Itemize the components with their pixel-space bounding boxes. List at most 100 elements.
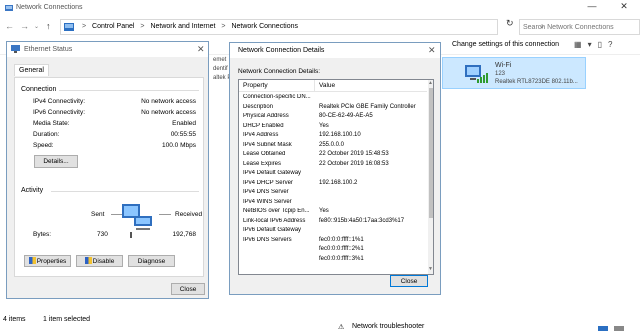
window-titlebar: Network Connections — ✕ [0,0,640,17]
column-header-property[interactable]: Property [243,82,268,89]
speed-label: Speed: [33,142,54,149]
value-cell: Yes [319,122,329,129]
bytes-label: Bytes: [33,231,52,238]
property-cell: Link-local IPv6 Address [243,217,306,224]
property-cell: DHCP Enabled [243,122,284,129]
list-item[interactable]: Lease Obtained 22 October 2019 15:48:53 [239,151,427,160]
list-item[interactable]: Physical Address 80-CE-62-49-AE-A5 [239,113,427,122]
speed-value: 100.0 Mbps [162,142,196,149]
list-item[interactable]: Connection-specific DN... [239,94,427,103]
wifi-connection-item[interactable]: Wi-Fi 123 Realtek RTL8723DE 802.11b... [442,57,586,89]
forward-icon[interactable]: → [20,21,29,31]
wifi-adapter-name: Realtek RTL8723DE 802.11b... [495,79,578,85]
list-item[interactable]: IPv4 Default Gateway [239,170,427,179]
value-cell: 22 October 2019 15:48:53 [319,151,389,157]
change-settings-command[interactable]: Change settings of this connection [452,41,559,48]
search-box[interactable] [519,19,640,35]
dialog-titlebar: Ethernet Status ✕ [7,42,208,57]
list-item[interactable]: IPv4 Subnet Mask 255.0.0.0 [239,142,427,151]
close-button[interactable]: Close [171,283,205,295]
network-troubleshooter-link[interactable]: Network troubleshooter [352,323,424,330]
dialog-title: Network Connection Details [238,47,325,54]
divider [59,90,199,91]
list-header: Property Value [239,80,427,92]
vertical-scrollbar[interactable]: ▲ ▼ [428,80,433,274]
wifi-name: Wi-Fi [495,62,512,69]
list-item[interactable]: NetBIOS over Tcpip En... Yes [239,208,427,217]
list-item[interactable]: Link-local IPv6 Address fe80::915b:4a50:1… [239,218,427,227]
connection-heading: Connection [21,86,57,93]
breadcrumb-separator: > [82,23,87,30]
tab-strip: General [14,64,49,76]
up-icon[interactable]: ↑ [46,21,51,31]
window-title: Network Connections [16,4,83,11]
property-cell: NetBIOS over Tcpip En... [243,208,310,214]
column-header-value[interactable]: Value [319,82,335,89]
diagnose-button[interactable]: Diagnose [128,255,175,267]
divider [51,191,199,192]
item-count: 4 items [3,316,26,323]
scroll-up-icon[interactable]: ▲ [428,80,433,86]
breadcrumb-network-connections[interactable]: Network Connections [231,23,298,30]
list-item[interactable]: IPv4 DNS Server [239,189,427,198]
tab-general[interactable]: General [14,64,49,76]
list-item[interactable]: DHCP Enabled Yes [239,123,427,132]
breadcrumb-control-panel[interactable]: Control Panel [92,23,134,30]
back-icon[interactable]: ← [5,21,14,31]
value-cell: fec0:0:0:ffff::2%1 [319,246,364,252]
column-divider[interactable] [314,80,315,92]
breadcrumb: > Control Panel > Network and Internet >… [82,23,302,30]
list-item[interactable]: IPv4 DHCP Server 192.168.100.2 [239,180,427,189]
search-input[interactable] [520,20,639,34]
value-cell: Yes [319,208,329,214]
breadcrumb-network-and-internet[interactable]: Network and Internet [150,23,215,30]
details-button[interactable]: Details... [34,155,78,168]
list-item[interactable]: fec0:0:0:ffff::2%1 [239,246,427,255]
property-cell: Connection-specific DN... [243,94,311,100]
bytes-sent-value: 730 [97,231,108,238]
list-item[interactable]: Description Realtek PCIe GBE Family Contr… [239,104,427,113]
dialog-close-icon[interactable]: ✕ [197,44,205,55]
activity-heading: Activity [21,187,44,194]
list-item[interactable]: Lease Expires 22 October 2019 16:08:53 [239,161,427,170]
troubleshooter-icon: ⚠ [338,324,345,331]
refresh-icon[interactable]: ↻ [506,18,514,29]
scroll-down-icon[interactable]: ▼ [428,266,433,272]
list-item[interactable]: IPv4 WINS Server [239,199,427,208]
bytes-received-value: 192,768 [172,231,197,238]
properties-button[interactable]: Properties [24,255,71,267]
view-toggle-icons[interactable] [598,326,628,331]
disable-button-label: Disable [92,258,115,265]
breadcrumb-separator: > [140,23,145,30]
recent-dropdown-icon[interactable]: ⌄ [34,23,39,30]
details-list[interactable]: Property Value Connection-specific DN...… [238,79,434,275]
disable-button[interactable]: Disable [76,255,123,267]
ethernet-icon [11,45,20,53]
received-line [159,214,171,215]
value-cell: Realtek PCIe GBE Family Controller [319,103,416,110]
ethernet-status-dialog: Ethernet Status ✕ General Connection IPv… [6,41,209,299]
preview-pane-icon[interactable]: ▯ [598,40,602,49]
general-panel: Connection IPv4 Connectivity: No network… [14,77,204,277]
value-cell: fec0:0:0:ffff::1%1 [319,236,364,243]
view-controls: ▦ ▾ ▯? [574,40,618,49]
scroll-thumb[interactable] [429,88,433,218]
view-mode-icon[interactable]: ▦ [574,40,582,49]
duration-label: Duration: [33,131,60,138]
help-icon[interactable]: ? [608,40,612,49]
property-cell: IPv4 DHCP Server [243,179,293,186]
list-item[interactable]: IPv6 Default Gateway [239,227,427,236]
list-item[interactable]: IPv4 Address 192.168.100.10 [239,132,427,141]
list-item[interactable]: fec0:0:0:ffff::3%1 [239,256,427,265]
address-bar[interactable]: > Control Panel > Network and Internet >… [60,19,545,35]
list-item[interactable]: IPv6 DNS Servers fec0:0:0:ffff::1%1 [239,237,427,246]
window-close-button[interactable]: ✕ [612,1,636,15]
property-cell: Physical Address [243,113,289,119]
dialog-close-icon[interactable]: ✕ [428,45,436,56]
close-button[interactable]: Close [390,275,428,287]
ipv4-connectivity-label: IPv4 Connectivity: [33,98,86,105]
property-cell: IPv4 Default Gateway [243,170,302,176]
view-dropdown-icon[interactable]: ▾ [588,40,592,49]
minimize-button[interactable]: — [582,1,602,15]
value-cell: 22 October 2019 16:08:53 [319,160,389,167]
